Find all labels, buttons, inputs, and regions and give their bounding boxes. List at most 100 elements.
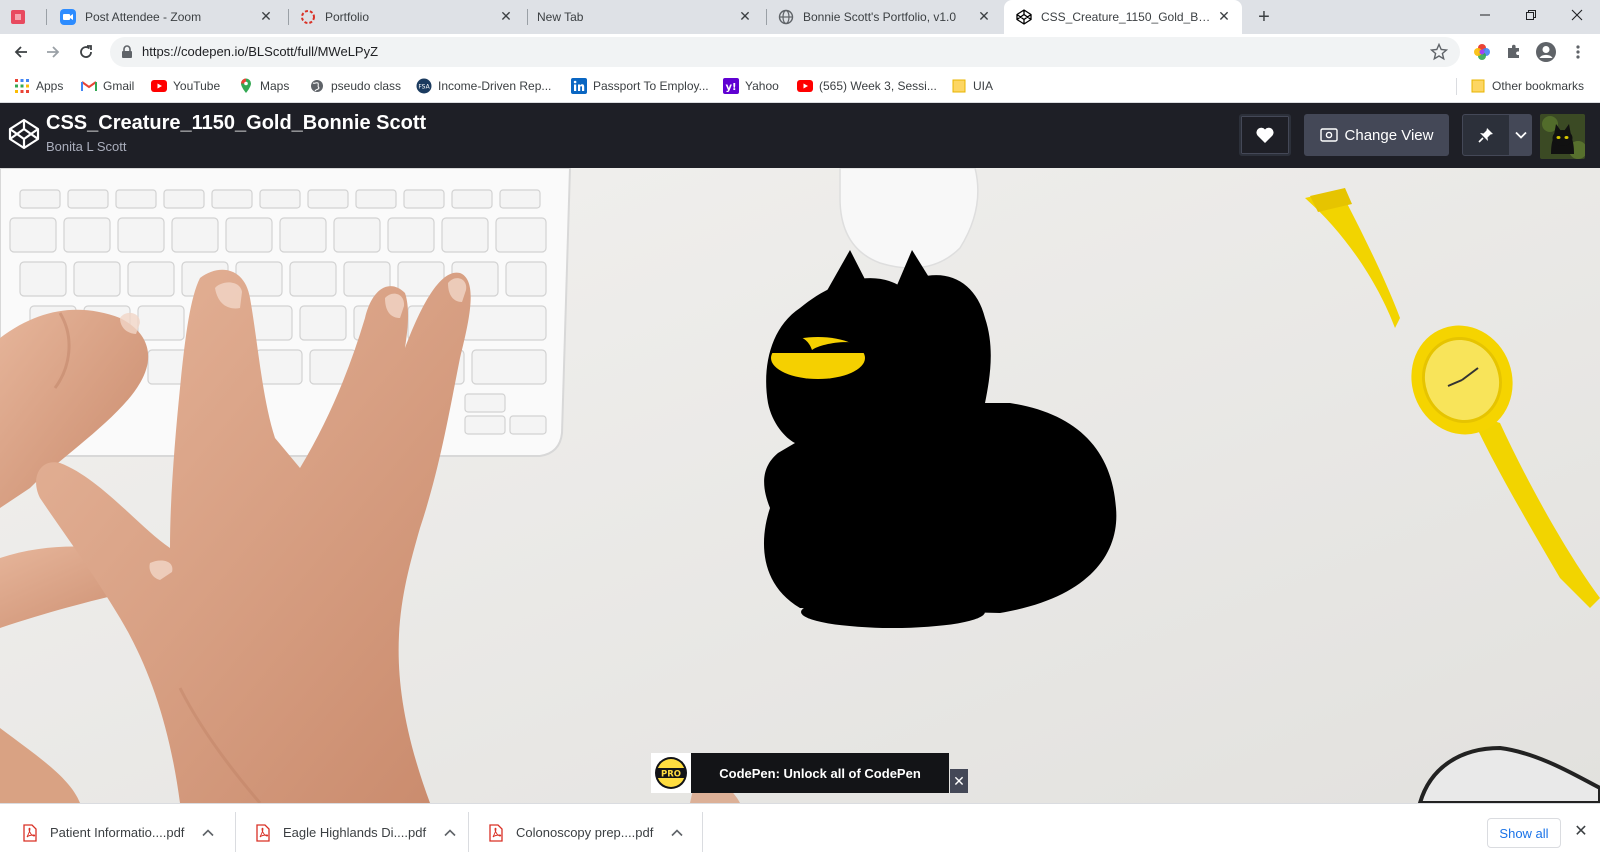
extensions-button[interactable]	[1502, 40, 1526, 64]
change-view-button[interactable]: Change View	[1304, 114, 1449, 156]
download-separator	[468, 812, 469, 852]
url-text: https://codepen.io/BLScott/full/MWeLPyZ	[142, 44, 379, 59]
bookmark-youtube[interactable]: YouTube	[151, 77, 220, 95]
codepen-header: CSS_Creature_1150_Gold_Bonnie Scott Boni…	[0, 103, 1600, 168]
extension-color-button[interactable]	[1470, 40, 1494, 64]
address-bar[interactable]: https://codepen.io/BLScott/full/MWeLPyZ	[110, 37, 1460, 67]
bookmark-label: UIA	[973, 79, 994, 93]
tab-title: Portfolio	[325, 10, 370, 24]
close-downloads-button[interactable]: ✕	[1572, 823, 1590, 841]
tab-new-tab[interactable]: New Tab ✕	[529, 0, 763, 34]
pro-banner-close-button[interactable]: ✕	[950, 769, 968, 793]
yahoo-icon: y!	[723, 78, 739, 94]
change-view-label: Change View	[1344, 126, 1434, 144]
download-filename: Patient Informatio....pdf	[50, 825, 185, 840]
pen-preview	[0, 168, 1600, 803]
forward-button[interactable]	[41, 40, 65, 64]
pro-badge-text: PRO	[661, 770, 681, 780]
tab-codepen-active[interactable]: CSS_Creature_1150_Gold_Bonnie Scott ✕	[1004, 0, 1242, 34]
chevron-up-icon[interactable]	[202, 828, 214, 837]
pin-icon	[1478, 128, 1493, 143]
tab-title: Bonnie Scott's Portfolio, v1.0	[803, 10, 957, 24]
downloads-bar: Patient Informatio....pdf Eagle Highland…	[0, 803, 1600, 860]
bookmark-separator	[1456, 78, 1457, 95]
close-icon[interactable]: ✕	[498, 8, 514, 24]
close-icon[interactable]: ✕	[1216, 8, 1232, 24]
pro-banner[interactable]: PRO CodePen: Unlock all of CodePen	[651, 753, 949, 793]
pin-button[interactable]	[1462, 114, 1510, 156]
tab-title: New Tab	[537, 10, 584, 24]
bookmark-label: Income-Driven Rep...	[438, 79, 552, 93]
download-item[interactable]: Patient Informatio....pdf	[22, 804, 214, 861]
pen-title: CSS_Creature_1150_Gold_Bonnie Scott	[46, 112, 427, 134]
codepen-logo-icon[interactable]	[8, 118, 40, 155]
download-separator	[235, 812, 236, 852]
show-all-button[interactable]: Show all	[1487, 818, 1561, 848]
tab-separator	[288, 9, 289, 25]
tab-zoom[interactable]: Post Attendee - Zoom ✕	[50, 0, 284, 34]
close-icon	[1571, 9, 1583, 21]
back-arrow-icon	[14, 46, 27, 58]
pdf-file-icon	[23, 823, 37, 842]
like-button[interactable]	[1239, 114, 1291, 156]
reload-button[interactable]	[74, 40, 98, 64]
bookmark-passport[interactable]: Passport To Employ...	[571, 77, 709, 95]
bookmark-label: Maps	[260, 79, 290, 93]
bookmarks-bar: Apps Gmail YouTube Maps pseudo class FSA…	[0, 70, 1600, 103]
tab-separator	[46, 9, 47, 25]
gmail-icon	[81, 78, 97, 94]
codepen-icon	[1016, 9, 1032, 25]
more-vert-icon	[1576, 45, 1580, 59]
download-separator	[702, 812, 703, 852]
profile-button[interactable]	[1534, 40, 1558, 64]
star-icon[interactable]	[1429, 42, 1449, 66]
apps-grid-icon	[14, 78, 30, 94]
youtube-icon	[151, 78, 167, 94]
new-tab-button[interactable]: +	[1254, 7, 1274, 27]
tab-portfolio[interactable]: Portfolio ✕	[290, 0, 524, 34]
cat-tail	[801, 596, 985, 628]
download-filename: Colonoscopy prep....pdf	[516, 825, 654, 840]
bookmark-label: Passport To Employ...	[593, 79, 709, 93]
globe-icon	[309, 78, 325, 94]
close-icon[interactable]: ✕	[258, 8, 274, 24]
bookmark-pseudo-class[interactable]: pseudo class	[309, 77, 401, 95]
bookmark-week3[interactable]: (565) Week 3, Sessi...	[797, 77, 937, 95]
restore-button[interactable]	[1508, 0, 1554, 30]
close-icon[interactable]: ✕	[737, 8, 753, 24]
bookmark-label: Gmail	[103, 79, 135, 93]
minimize-button[interactable]	[1462, 0, 1508, 30]
download-filename: Eagle Highlands Di....pdf	[283, 825, 427, 840]
bookmark-yahoo[interactable]: y! Yahoo	[723, 77, 779, 95]
color-wheel-icon	[1474, 44, 1490, 60]
tab-title: Post Attendee - Zoom	[85, 10, 202, 24]
pen-author[interactable]: Bonita L Scott	[46, 139, 126, 154]
chevron-up-icon[interactable]	[671, 828, 683, 837]
window-close-button[interactable]	[1554, 0, 1600, 30]
back-button[interactable]	[9, 40, 33, 64]
download-item[interactable]: Colonoscopy prep....pdf	[488, 804, 683, 861]
menu-button[interactable]	[1566, 40, 1590, 64]
chevron-up-icon[interactable]	[444, 828, 456, 837]
bookmark-income-driven[interactable]: FSA Income-Driven Rep...	[416, 77, 551, 95]
tab-bonnie-portfolio[interactable]: Bonnie Scott's Portfolio, v1.0 ✕	[768, 0, 1002, 34]
bookmark-gmail[interactable]: Gmail	[81, 77, 134, 95]
bookmark-maps[interactable]: Maps	[238, 77, 289, 95]
bookmark-uia[interactable]: UIA	[951, 77, 993, 95]
download-item[interactable]: Eagle Highlands Di....pdf	[255, 804, 456, 861]
user-avatar[interactable]	[1540, 114, 1585, 159]
bookmark-other[interactable]: Other bookmarks	[1470, 77, 1584, 95]
tab-separator	[766, 9, 767, 25]
red-ring-icon	[300, 9, 316, 25]
folder-icon	[951, 78, 967, 94]
puzzle-icon	[1508, 44, 1519, 58]
tab-pinned[interactable]	[10, 0, 44, 34]
reload-icon	[80, 45, 92, 58]
bookmark-label: pseudo class	[331, 79, 402, 93]
close-icon[interactable]: ✕	[976, 8, 992, 24]
forward-arrow-icon	[47, 46, 60, 58]
pin-dropdown-button[interactable]	[1510, 114, 1532, 156]
account-icon	[1536, 42, 1556, 62]
bookmark-apps[interactable]: Apps	[14, 77, 63, 95]
view-icon	[1319, 128, 1338, 142]
